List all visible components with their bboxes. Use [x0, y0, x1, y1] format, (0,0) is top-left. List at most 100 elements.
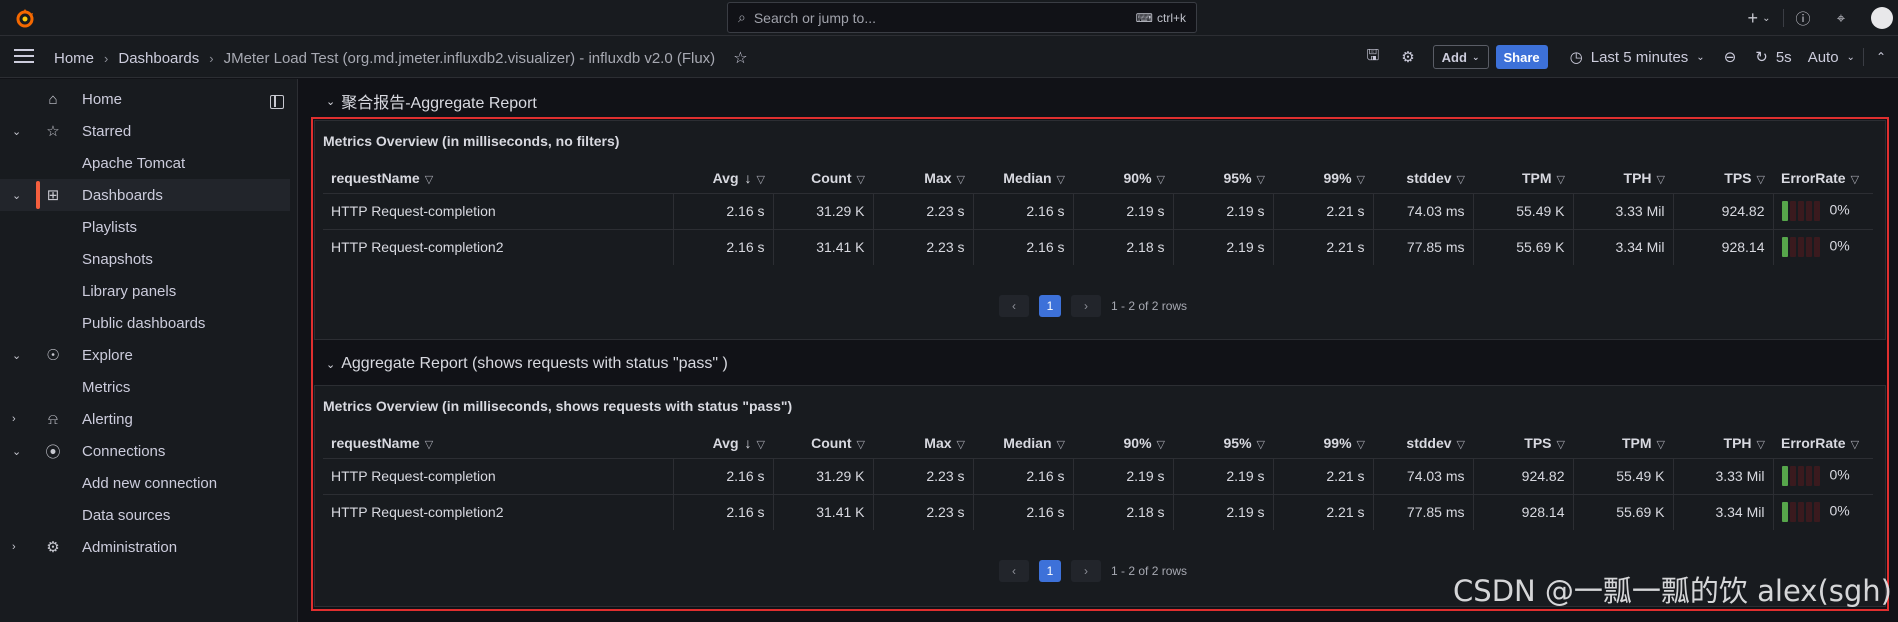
- column-header[interactable]: ErrorRate ▽: [1773, 428, 1873, 458]
- prev-page-icon[interactable]: ‹: [999, 295, 1029, 317]
- filter-icon[interactable]: ▽: [425, 173, 433, 186]
- news-rss-icon[interactable]: ⌖: [1822, 0, 1860, 36]
- sidebar-item-library-panels[interactable]: Library panels: [0, 275, 290, 307]
- filter-icon[interactable]: ▽: [1557, 438, 1565, 451]
- star-dashboard-icon[interactable]: ☆: [733, 48, 747, 68]
- filter-icon[interactable]: ▽: [857, 438, 865, 451]
- row-header-aggregate-report[interactable]: ⌄ 聚合报告-Aggregate Report: [326, 89, 537, 113]
- column-header[interactable]: TPH ▽: [1573, 163, 1673, 193]
- column-header[interactable]: 90% ▽: [1073, 428, 1173, 458]
- filter-icon[interactable]: ▽: [425, 438, 433, 451]
- filter-icon[interactable]: ▽: [1657, 173, 1665, 186]
- sidebar-item-connections[interactable]: ⌄ ⦿ Connections: [0, 435, 290, 467]
- refresh-button[interactable]: ↻ 5s: [1747, 36, 1799, 78]
- sidebar-item-alerting[interactable]: › ⍾ Alerting: [0, 403, 290, 435]
- new-plus-icon[interactable]: + ⌄: [1735, 0, 1783, 36]
- profile-avatar[interactable]: [1860, 0, 1898, 36]
- sidebar-item-dashboards[interactable]: ⌄ ⊞ Dashboards: [0, 179, 290, 211]
- sidebar-item-explore[interactable]: ⌄ ☉ Explore: [0, 339, 290, 371]
- filter-icon[interactable]: ▽: [1057, 173, 1065, 186]
- column-header[interactable]: 99% ▽: [1273, 163, 1373, 193]
- column-header[interactable]: Count ▽: [773, 428, 873, 458]
- filter-icon[interactable]: ▽: [957, 173, 965, 186]
- sidebar-item-starred[interactable]: ⌄ ☆ Starred: [0, 115, 290, 147]
- column-header[interactable]: TPS ▽: [1473, 428, 1573, 458]
- settings-gear-icon[interactable]: ⚙: [1390, 36, 1425, 78]
- filter-icon[interactable]: ▽: [857, 173, 865, 186]
- save-icon[interactable]: 🖫: [1355, 36, 1390, 78]
- column-header[interactable]: Max ▽: [873, 428, 973, 458]
- add-button[interactable]: Add ⌄: [1432, 45, 1489, 69]
- filter-icon[interactable]: ▽: [757, 438, 765, 451]
- filter-icon[interactable]: ▽: [1657, 438, 1665, 451]
- chevron-down-icon[interactable]: ⌄: [12, 445, 21, 458]
- filter-icon[interactable]: ▽: [1557, 173, 1565, 186]
- column-header[interactable]: TPS ▽: [1673, 163, 1773, 193]
- column-header[interactable]: Avg ↓ ▽: [673, 428, 773, 458]
- filter-icon[interactable]: ▽: [1357, 173, 1365, 186]
- filter-icon[interactable]: ▽: [1457, 173, 1465, 186]
- column-header[interactable]: 99% ▽: [1273, 428, 1373, 458]
- collapse-chevron-up-icon[interactable]: ⌃: [1864, 36, 1898, 78]
- breadcrumb-dashboards[interactable]: Dashboards: [118, 50, 199, 67]
- help-icon[interactable]: ⓘ: [1784, 0, 1822, 36]
- sidebar-item-snapshots[interactable]: Snapshots: [0, 243, 290, 275]
- next-page-icon[interactable]: ›: [1071, 560, 1101, 582]
- column-header[interactable]: TPM ▽: [1573, 428, 1673, 458]
- column-header[interactable]: stddev ▽: [1373, 163, 1473, 193]
- filter-icon[interactable]: ▽: [1851, 438, 1859, 451]
- zoom-out-icon[interactable]: ⊖: [1713, 36, 1748, 78]
- time-range-picker[interactable]: ◷ Last 5 minutes ⌄: [1562, 36, 1713, 78]
- column-header[interactable]: 95% ▽: [1173, 163, 1273, 193]
- column-header[interactable]: requestName ▽: [323, 163, 673, 193]
- filter-icon[interactable]: ▽: [1157, 438, 1165, 451]
- chevron-right-icon[interactable]: ›: [12, 413, 16, 425]
- sidebar-item-home[interactable]: ⌂ Home: [0, 83, 290, 115]
- filter-icon[interactable]: ▽: [1157, 173, 1165, 186]
- column-header[interactable]: Median ▽: [973, 428, 1073, 458]
- filter-icon[interactable]: ▽: [1257, 438, 1265, 451]
- sidebar-item-administration[interactable]: › ⚙ Administration: [0, 531, 290, 563]
- filter-icon[interactable]: ▽: [1757, 173, 1765, 186]
- column-header[interactable]: requestName ▽: [323, 428, 673, 458]
- auto-refresh-dropdown[interactable]: Auto ⌄: [1800, 36, 1863, 78]
- column-header[interactable]: 95% ▽: [1173, 428, 1273, 458]
- filter-icon[interactable]: ▽: [1357, 438, 1365, 451]
- chevron-right-icon[interactable]: ›: [12, 541, 16, 553]
- chevron-down-icon[interactable]: ⌄: [12, 125, 21, 138]
- filter-icon[interactable]: ▽: [1057, 438, 1065, 451]
- column-header[interactable]: ErrorRate ▽: [1773, 163, 1873, 193]
- next-page-icon[interactable]: ›: [1071, 295, 1101, 317]
- sidebar-item-playlists[interactable]: Playlists: [0, 211, 290, 243]
- search-input[interactable]: ⌕ Search or jump to... ⌨ ctrl+k: [727, 2, 1197, 33]
- column-header[interactable]: 90% ▽: [1073, 163, 1173, 193]
- column-header[interactable]: Avg ↓ ▽: [673, 163, 773, 193]
- menu-toggle-icon[interactable]: [14, 49, 34, 65]
- chevron-down-icon[interactable]: ⌄: [12, 189, 21, 202]
- grafana-logo-icon[interactable]: [14, 7, 36, 29]
- filter-icon[interactable]: ▽: [1757, 438, 1765, 451]
- sidebar-item-apache-tomcat[interactable]: Apache Tomcat: [0, 147, 290, 179]
- chevron-down-icon[interactable]: ⌄: [12, 349, 21, 362]
- sidebar-item-metrics[interactable]: Metrics: [0, 371, 290, 403]
- column-header[interactable]: Max ▽: [873, 163, 973, 193]
- breadcrumb-home[interactable]: Home: [54, 50, 94, 67]
- prev-page-icon[interactable]: ‹: [999, 560, 1029, 582]
- row-header-aggregate-report-pass[interactable]: ⌄ Aggregate Report (shows requests with s…: [326, 355, 728, 373]
- filter-icon[interactable]: ▽: [957, 438, 965, 451]
- column-header[interactable]: TPH ▽: [1673, 428, 1773, 458]
- sidebar-item-add-new-connection[interactable]: Add new connection: [0, 467, 290, 499]
- column-header[interactable]: stddev ▽: [1373, 428, 1473, 458]
- share-button[interactable]: Share: [1495, 45, 1548, 69]
- column-header[interactable]: Median ▽: [973, 163, 1073, 193]
- sidebar-item-data-sources[interactable]: Data sources: [0, 499, 290, 531]
- column-header[interactable]: Count ▽: [773, 163, 873, 193]
- filter-icon[interactable]: ▽: [757, 173, 765, 186]
- filter-icon[interactable]: ▽: [1257, 173, 1265, 186]
- sidebar-item-public-dashboards[interactable]: Public dashboards: [0, 307, 290, 339]
- page-number-button[interactable]: 1: [1039, 560, 1061, 582]
- page-number-button[interactable]: 1: [1039, 295, 1061, 317]
- filter-icon[interactable]: ▽: [1851, 173, 1859, 186]
- filter-icon[interactable]: ▽: [1457, 438, 1465, 451]
- column-header[interactable]: TPM ▽: [1473, 163, 1573, 193]
